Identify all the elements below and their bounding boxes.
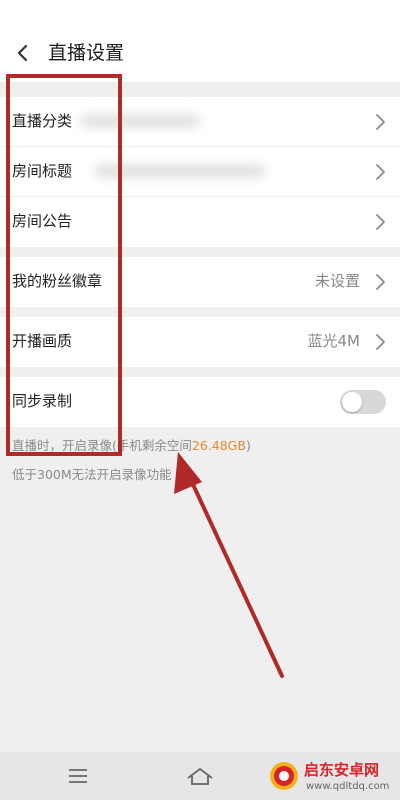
settings-group-quality: 开播画质 蓝光4M: [0, 317, 400, 367]
row-label-announcement: 房间公告: [12, 212, 73, 230]
home-icon[interactable]: [184, 762, 216, 790]
header-bar: 直播设置: [0, 0, 400, 82]
quality-value: 蓝光4M: [307, 332, 361, 350]
record-hint-line2: 低于300M无法开启录像功能: [12, 467, 172, 482]
settings-group-badge: 我的粉丝徽章 未设置: [0, 257, 400, 307]
row-sync-record: 同步录制: [0, 377, 400, 427]
sync-record-toggle[interactable]: [340, 390, 386, 414]
row-label-sync-record: 同步录制: [12, 392, 73, 410]
page-title: 直播设置: [48, 42, 125, 64]
chevron-right-icon: [376, 214, 385, 230]
watermark-logo-icon: [270, 762, 298, 790]
menu-icon[interactable]: [62, 762, 94, 790]
back-arrow-icon[interactable]: [10, 36, 38, 70]
row-label-room-title: 房间标题: [12, 162, 73, 180]
chevron-right-icon: [376, 334, 385, 350]
chevron-right-icon: [376, 164, 385, 180]
row-label-fan-badge: 我的粉丝徽章: [12, 272, 103, 290]
watermark-title: 启东安卓网: [304, 761, 380, 779]
record-hint-line1: 直播时，开启录像(手机剩余空间26.48GB): [12, 437, 251, 455]
hint-suffix: ): [245, 438, 251, 453]
chevron-right-icon: [376, 114, 385, 130]
hint-free-space: 26.48GB: [191, 438, 246, 453]
row-fan-badge[interactable]: 我的粉丝徽章 未设置: [0, 257, 400, 307]
watermark-url: www.qdltdq.com: [306, 781, 390, 792]
row-label-quality: 开播画质: [12, 332, 73, 350]
row-room-announcement[interactable]: 房间公告: [0, 197, 400, 247]
row-stream-quality[interactable]: 开播画质 蓝光4M: [0, 317, 400, 367]
settings-group-basic: 直播分类 房间标题 房间公告: [0, 97, 400, 247]
fan-badge-value: 未设置: [314, 272, 360, 290]
watermark: 启东安卓网 www.qdltdq.com: [268, 758, 398, 798]
toggle-knob: [342, 392, 362, 412]
row-label-category: 直播分类: [12, 112, 73, 130]
hint-prefix: 直播时，开启录像(手机剩余空间: [12, 438, 192, 453]
settings-group-record: 同步录制: [0, 377, 400, 427]
row-room-title[interactable]: 房间标题: [0, 147, 400, 197]
room-title-value-blurred: [95, 164, 265, 178]
category-value-blurred: [80, 114, 200, 128]
chevron-right-icon: [376, 274, 385, 290]
row-live-category[interactable]: 直播分类: [0, 97, 400, 147]
